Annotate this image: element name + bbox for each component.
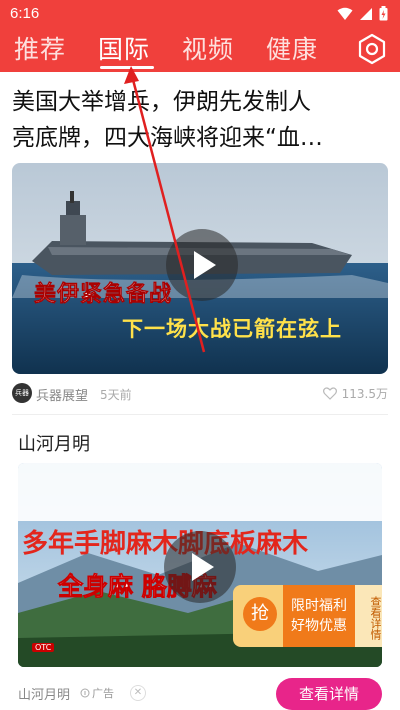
category-tab-bar: 推荐 国际 视频 健康 <box>0 28 400 72</box>
active-tab-indicator <box>100 66 154 69</box>
promo-body: 限时福利 好物优惠 <box>283 585 355 647</box>
ad-title[interactable]: 山河月明 <box>18 430 90 456</box>
ad-video-thumbnail[interactable]: 多年手脚麻木脚底板麻木 全身麻 胳膊麻 OTC 抢 限时福利 好物优惠 查看详情 <box>18 463 382 667</box>
tab-recommend[interactable]: 推荐 <box>14 30 66 66</box>
ad-label: 广告 <box>80 685 114 701</box>
ad-overlay-highlight: 多年 <box>22 529 75 559</box>
wifi-icon <box>337 7 353 20</box>
feed-divider <box>12 414 388 415</box>
promo-side-button[interactable]: 查看详情 <box>355 585 382 647</box>
tab-international[interactable]: 国际 <box>98 30 150 66</box>
view-details-button[interactable]: 查看详情 <box>276 678 382 710</box>
signal-icon <box>360 7 372 20</box>
promo-badge: 抢 <box>233 585 288 647</box>
advertiser-name[interactable]: 山河月明 <box>18 684 70 703</box>
source-name[interactable]: 兵器展望 <box>36 385 88 404</box>
play-icon <box>194 251 216 279</box>
promo-line-1: 限时福利 <box>291 598 347 614</box>
headline-line-1: 美国大举增兵，伊朗先发制人 <box>12 89 311 115</box>
close-icon[interactable]: ✕ <box>130 685 146 701</box>
play-button[interactable] <box>166 229 238 301</box>
grab-icon: 抢 <box>243 597 277 631</box>
headline-line-2: 亮底牌，四大海峡将迎来“血… <box>12 125 323 151</box>
status-time: 6:16 <box>10 5 40 22</box>
ad-play-button[interactable] <box>164 531 236 603</box>
video-caption-2: 下一场大战已箭在弦上 <box>122 317 342 341</box>
ad-label-text: 广告 <box>92 687 114 700</box>
publish-time: 5天前 <box>100 388 132 402</box>
ad-meta: 山河月明 广告 ✕ 查看详情 <box>18 678 382 710</box>
status-icons <box>337 6 388 21</box>
video-caption-1: 美伊紧急备战 <box>34 282 173 308</box>
article-headline[interactable]: 美国大举增兵，伊朗先发制人 亮底牌，四大海峡将迎来“血… <box>12 84 388 156</box>
battery-icon <box>379 6 388 21</box>
otc-badge: OTC <box>32 643 55 652</box>
like-count-value: 113.5万 <box>341 387 388 401</box>
article-meta: 兵器 兵器展望 5天前 113.5万 <box>12 381 388 407</box>
heart-icon <box>322 387 337 400</box>
promo-line-2: 好物优惠 <box>291 618 347 634</box>
play-icon <box>192 553 214 581</box>
like-count[interactable]: 113.5万 <box>322 385 388 402</box>
promo-banner[interactable]: 抢 限时福利 好物优惠 查看详情 <box>233 585 382 647</box>
settings-icon[interactable] <box>356 33 388 65</box>
tab-video[interactable]: 视频 <box>182 30 234 66</box>
tab-health[interactable]: 健康 <box>266 30 318 66</box>
source-avatar[interactable]: 兵器 <box>12 383 32 403</box>
status-bar: 6:16 <box>0 0 400 28</box>
ad-mark-icon <box>80 688 90 698</box>
article-video-thumbnail[interactable]: 美伊紧急备战 下一场大战已箭在弦上 <box>12 163 388 374</box>
